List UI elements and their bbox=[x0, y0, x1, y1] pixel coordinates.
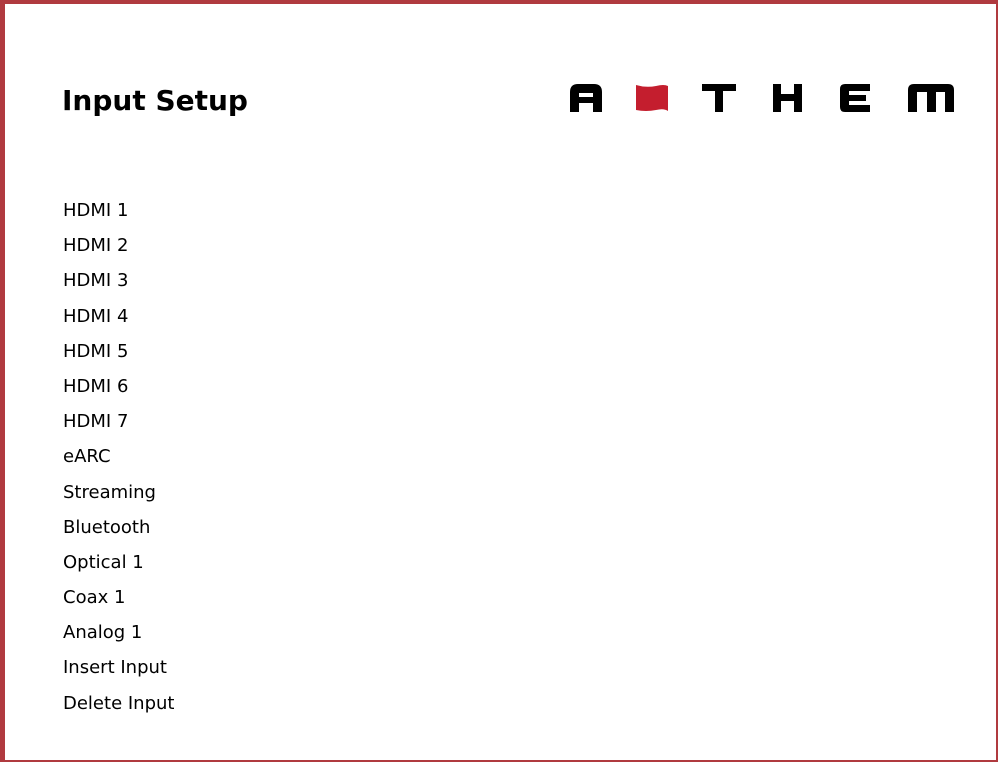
input-item-hdmi-2[interactable]: HDMI 2 bbox=[63, 233, 174, 268]
logo-flag bbox=[636, 85, 668, 111]
input-item-streaming[interactable]: Streaming bbox=[63, 480, 174, 515]
input-item-earc[interactable]: eARC bbox=[63, 444, 174, 479]
delete-input-button[interactable]: Delete Input bbox=[63, 691, 174, 726]
input-item-hdmi-1[interactable]: HDMI 1 bbox=[63, 198, 174, 233]
page-title: Input Setup bbox=[62, 84, 248, 117]
input-item-analog-1[interactable]: Analog 1 bbox=[63, 620, 174, 655]
input-item-hdmi-3[interactable]: HDMI 3 bbox=[63, 268, 174, 303]
input-item-hdmi-5[interactable]: HDMI 5 bbox=[63, 339, 174, 374]
anthem-logo bbox=[570, 84, 954, 112]
input-item-optical-1[interactable]: Optical 1 bbox=[63, 550, 174, 585]
input-item-hdmi-7[interactable]: HDMI 7 bbox=[63, 409, 174, 444]
logo-letter-e bbox=[840, 84, 870, 112]
input-list: HDMI 1 HDMI 2 HDMI 3 HDMI 4 HDMI 5 HDMI … bbox=[63, 198, 174, 726]
input-item-coax-1[interactable]: Coax 1 bbox=[63, 585, 174, 620]
logo-letter-h bbox=[773, 84, 802, 112]
logo-letter-a bbox=[570, 84, 602, 112]
input-item-hdmi-6[interactable]: HDMI 6 bbox=[63, 374, 174, 409]
input-item-hdmi-4[interactable]: HDMI 4 bbox=[63, 304, 174, 339]
input-item-bluetooth[interactable]: Bluetooth bbox=[63, 515, 174, 550]
logo-letter-t bbox=[702, 84, 736, 112]
insert-input-button[interactable]: Insert Input bbox=[63, 655, 174, 690]
logo-letter-m bbox=[908, 84, 954, 112]
